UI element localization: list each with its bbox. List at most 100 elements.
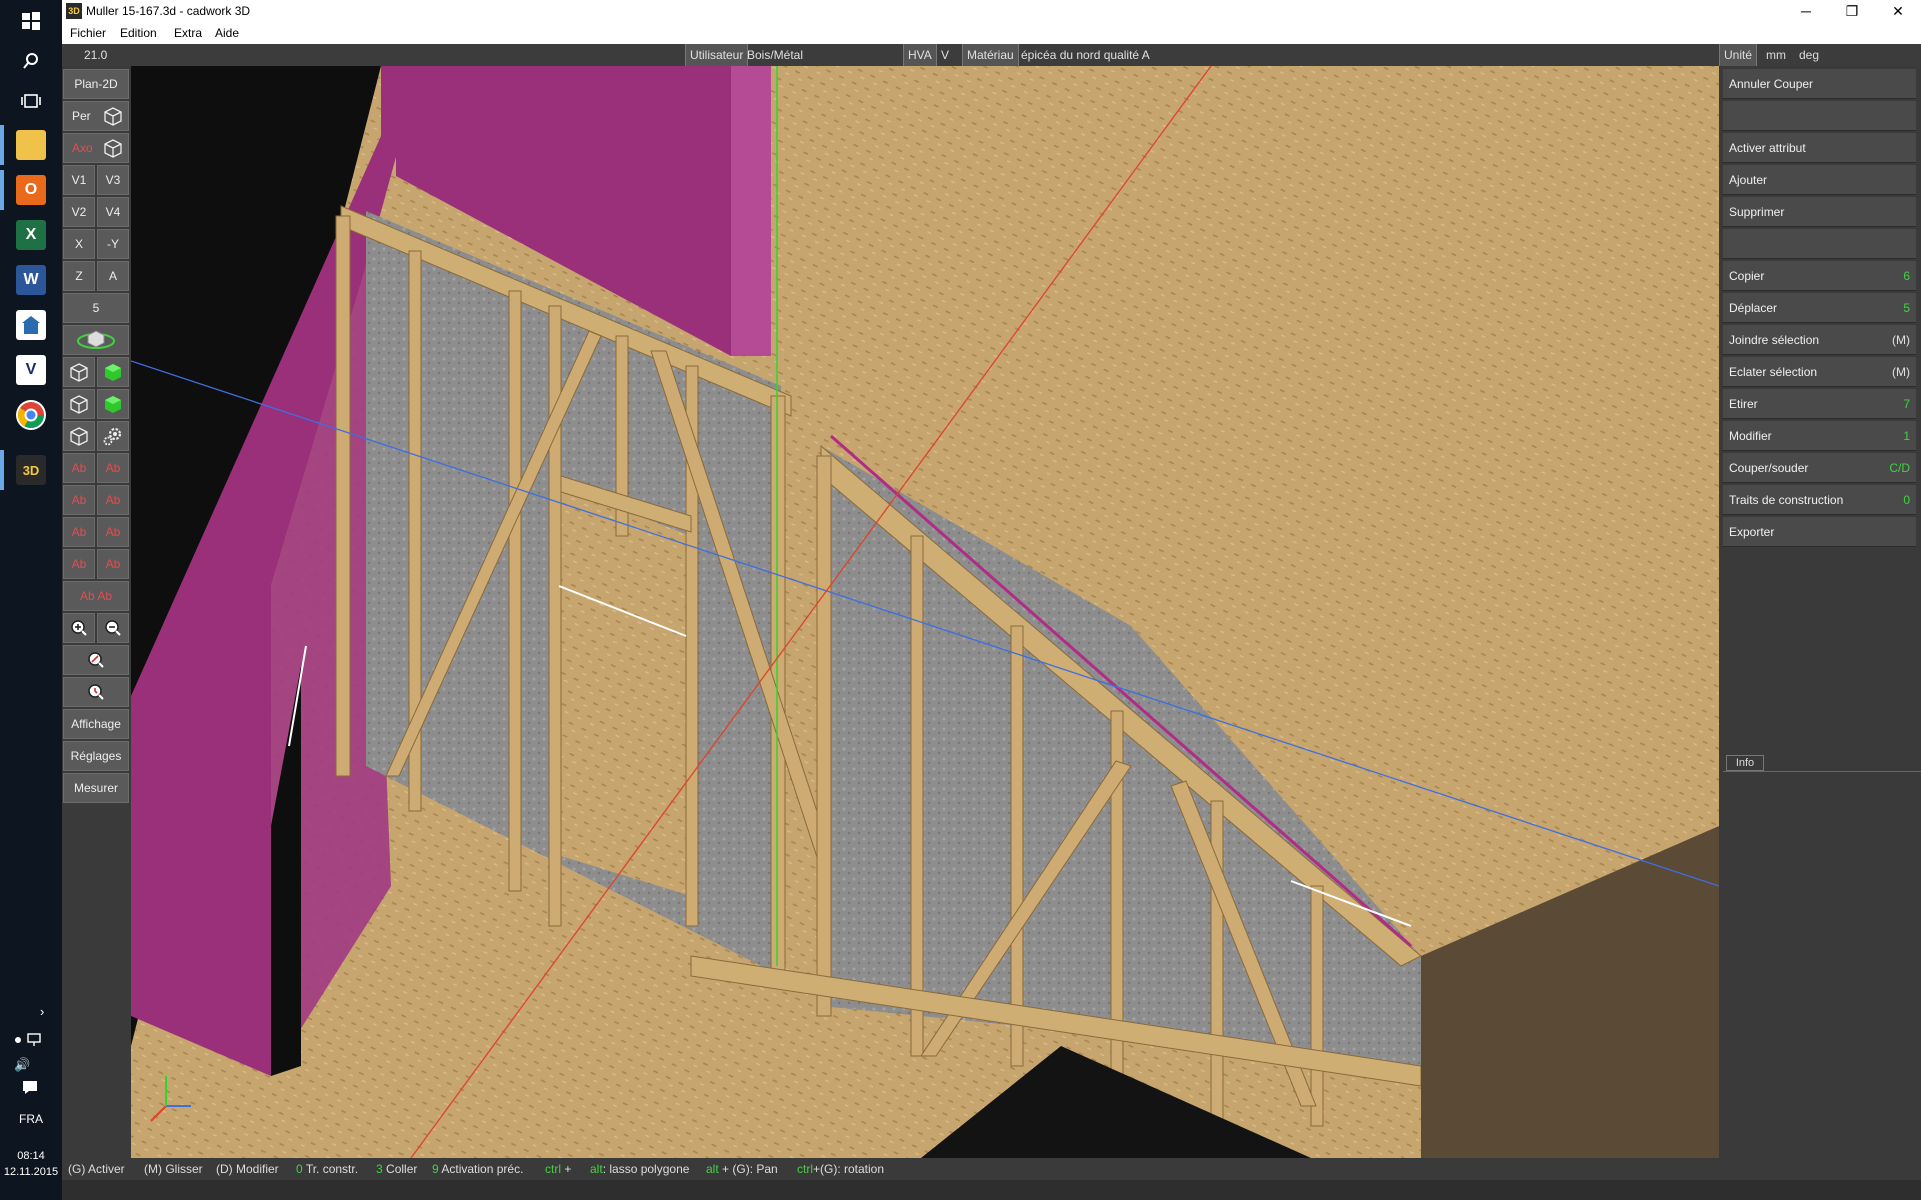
view-v1-button[interactable]: V1: [63, 165, 95, 195]
copier-button[interactable]: Copier 6: [1723, 261, 1916, 291]
wireframe-cube-icon[interactable]: [63, 357, 95, 387]
layer-button-wide[interactable]: Ab Ab: [63, 581, 129, 611]
eclater-selection-button[interactable]: Eclater sélection (M): [1723, 357, 1916, 387]
mesurer-button[interactable]: Mesurer: [63, 773, 129, 803]
maximize-button[interactable]: ❐: [1829, 0, 1875, 22]
info-tab[interactable]: Info: [1726, 755, 1764, 771]
layer-button-4b[interactable]: Ab: [97, 549, 129, 579]
unit-label[interactable]: Unité: [1719, 44, 1758, 66]
activer-attribut-button[interactable]: Activer attribut: [1723, 133, 1916, 163]
zoom-all-icon[interactable]: [63, 645, 129, 675]
zoom-previous-icon[interactable]: [63, 677, 129, 707]
menu-extra[interactable]: Extra: [174, 26, 202, 40]
close-button[interactable]: ✕: [1875, 0, 1921, 22]
axo-cube-icon: [103, 138, 123, 158]
windows-start-icon[interactable]: [16, 6, 46, 36]
excel-icon[interactable]: X: [16, 220, 46, 250]
solid-cube-icon[interactable]: [97, 357, 129, 387]
render-cube-icon[interactable]: [63, 421, 95, 451]
traits-construction-button[interactable]: Traits de construction 0: [1723, 485, 1916, 515]
reglages-button[interactable]: Réglages: [63, 741, 129, 771]
speaker-icon[interactable]: 🔊: [14, 1057, 30, 1073]
cadwork-3d-icon[interactable]: 3D: [16, 455, 46, 485]
couper-souder-button[interactable]: Couper/souder C/D: [1723, 453, 1916, 483]
view-neg-y-button[interactable]: -Y: [97, 229, 129, 259]
material-label[interactable]: Matériau: [962, 44, 1019, 66]
perspective-button[interactable]: Per: [63, 101, 129, 131]
view-5-button[interactable]: 5: [63, 293, 129, 323]
orbit-view-icon[interactable]: [63, 325, 129, 355]
supprimer-button[interactable]: Supprimer: [1723, 197, 1916, 227]
gable-stud: [910, 535, 924, 1057]
building-app-icon[interactable]: [16, 310, 46, 340]
user-label[interactable]: Utilisateur: [685, 44, 749, 66]
app-icon: 3D: [66, 3, 82, 19]
hva-label[interactable]: HVA: [903, 44, 937, 66]
network-icon[interactable]: [14, 1033, 44, 1050]
layer-button-4a[interactable]: Ab: [63, 549, 95, 579]
layer-button-3b[interactable]: Ab: [97, 517, 129, 547]
eclater-shortcut: (M): [1892, 365, 1910, 379]
layer-button-3a[interactable]: Ab: [63, 517, 95, 547]
axo-button[interactable]: Axo: [63, 133, 129, 163]
user-value[interactable]: Bois/Métal: [747, 44, 803, 66]
annuler-couper-button[interactable]: Annuler Couper: [1723, 69, 1916, 99]
info-area: [1723, 771, 1921, 1151]
language-indicator[interactable]: FRA: [0, 1112, 62, 1126]
affichage-button[interactable]: Affichage: [63, 709, 129, 739]
chrome-icon[interactable]: [16, 400, 46, 430]
deplacer-button[interactable]: Déplacer 5: [1723, 293, 1916, 323]
menu-edition[interactable]: Edition: [120, 26, 157, 40]
view-z-button[interactable]: Z: [63, 261, 95, 291]
window-title: Muller 15-167.3d - cadwork 3D: [86, 4, 251, 18]
menu-bar: Fichier Edition Extra Aide: [62, 22, 1921, 44]
layer-button-1b[interactable]: Ab: [97, 453, 129, 483]
minimize-button[interactable]: ─: [1783, 0, 1829, 22]
view-a-button[interactable]: A: [97, 261, 129, 291]
settings-gear-icon[interactable]: [97, 421, 129, 451]
gable-stud: [1010, 625, 1024, 1067]
eclater-label: Eclater sélection: [1729, 365, 1818, 379]
v-app-icon[interactable]: V: [16, 355, 46, 385]
copier-label: Copier: [1729, 269, 1765, 283]
deplacer-shortcut: 5: [1903, 301, 1910, 315]
layer-button-2b[interactable]: Ab: [97, 485, 129, 515]
view-x-button[interactable]: X: [63, 229, 95, 259]
modifier-button[interactable]: Modifier 1: [1723, 421, 1916, 451]
exporter-button[interactable]: Exporter: [1723, 517, 1916, 547]
word-icon[interactable]: W: [16, 265, 46, 295]
shaded-cube-icon[interactable]: [97, 389, 129, 419]
etirer-button[interactable]: Etirer 7: [1723, 389, 1916, 419]
menu-fichier[interactable]: Fichier: [70, 26, 106, 40]
traits-shortcut: 0: [1903, 493, 1910, 507]
hidden-line-cube-icon[interactable]: [63, 389, 95, 419]
3d-viewport[interactable]: [131, 66, 1719, 1158]
hint-ctrl-plus: ctrl +: [545, 1162, 572, 1176]
outlook-icon[interactable]: O: [16, 175, 46, 205]
menu-aide[interactable]: Aide: [215, 26, 239, 40]
joindre-selection-button[interactable]: Joindre sélection (M): [1723, 325, 1916, 355]
layer-button-2a[interactable]: Ab: [63, 485, 95, 515]
hva-value[interactable]: V: [941, 44, 949, 66]
view-v3-button[interactable]: V3: [97, 165, 129, 195]
unit-length[interactable]: mm: [1766, 44, 1786, 66]
clock-time[interactable]: 08:14: [0, 1150, 62, 1162]
search-icon[interactable]: [16, 46, 46, 76]
plan-2d-button[interactable]: Plan-2D: [63, 69, 129, 99]
hint-coller: 3 Coller: [376, 1162, 418, 1176]
file-explorer-icon[interactable]: [16, 130, 46, 160]
hint-pan: alt + (G): Pan: [706, 1162, 778, 1176]
ajouter-button[interactable]: Ajouter: [1723, 165, 1916, 195]
zoom-out-icon[interactable]: [97, 613, 129, 643]
chevron-right-icon[interactable]: ›: [40, 1004, 44, 1019]
unit-angle[interactable]: deg: [1799, 44, 1819, 66]
view-v4-button[interactable]: V4: [97, 197, 129, 227]
clock-date[interactable]: 12.11.2015: [0, 1166, 62, 1178]
zoom-in-icon[interactable]: [63, 613, 95, 643]
gable-stud: [816, 455, 832, 1017]
notification-icon[interactable]: [22, 1080, 38, 1097]
view-v2-button[interactable]: V2: [63, 197, 95, 227]
task-view-icon[interactable]: [16, 86, 46, 116]
layer-button-1a[interactable]: Ab: [63, 453, 95, 483]
material-value[interactable]: épicéa du nord qualité A: [1021, 44, 1150, 66]
